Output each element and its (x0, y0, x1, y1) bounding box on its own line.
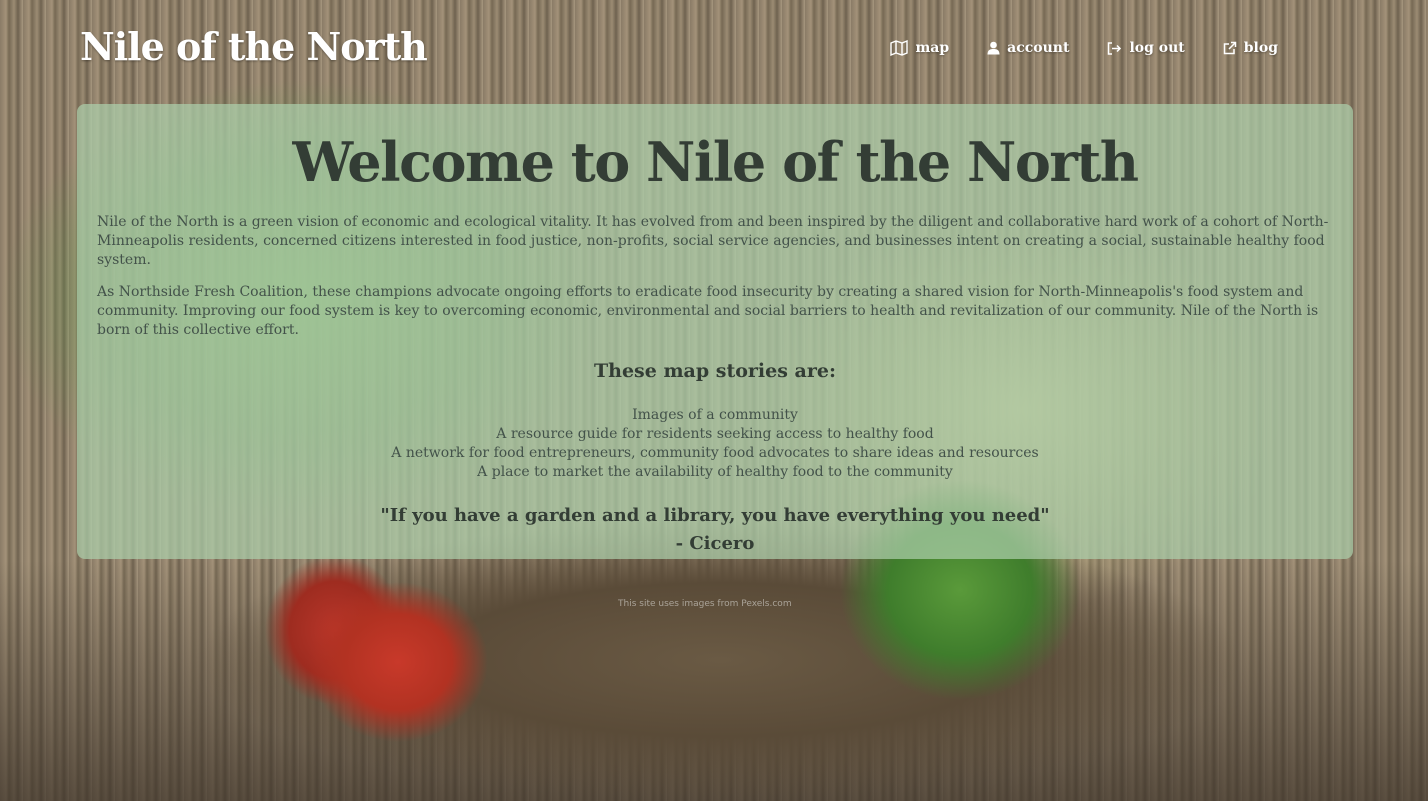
stories-list: Images of a community A resource guide f… (97, 406, 1333, 482)
image-credit: This site uses images from Pexels.com (618, 599, 792, 609)
intro-paragraph: Nile of the North is a green vision of e… (97, 213, 1329, 268)
quote-block: "If you have a garden and a library, you… (97, 502, 1333, 558)
user-icon (987, 41, 1000, 55)
page-title: Welcome to Nile of the North (292, 130, 1139, 194)
site-brand[interactable]: Nile of the North (80, 24, 428, 69)
list-item: A network for food entrepreneurs, commun… (391, 444, 1039, 461)
sign-out-icon (1107, 41, 1122, 55)
welcome-panel: Welcome to Nile of the North Nile of the… (77, 104, 1353, 559)
external-link-icon (1223, 41, 1237, 55)
top-nav: map account log out blog (890, 40, 1278, 56)
list-item: A resource guide for residents seeking a… (496, 425, 934, 442)
nav-account[interactable]: account (987, 40, 1069, 56)
quote-author: - Cicero (675, 532, 755, 554)
nav-log-out[interactable]: log out (1107, 40, 1185, 56)
nav-blog[interactable]: blog (1223, 40, 1278, 56)
nav-map[interactable]: map (890, 40, 949, 56)
nav-map-label: map (915, 40, 950, 56)
coalition-paragraph: As Northside Fresh Coalition, these cham… (97, 283, 1319, 338)
list-item: A place to market the availability of he… (477, 463, 953, 480)
map-icon (890, 40, 909, 56)
stories-heading: These map stories are: (594, 359, 836, 382)
nav-blog-label: blog (1243, 40, 1278, 56)
nav-account-label: account (1007, 40, 1070, 56)
quote-text: "If you have a garden and a library, you… (380, 504, 1050, 526)
nav-log-out-label: log out (1129, 40, 1185, 56)
list-item: Images of a community (632, 406, 798, 423)
